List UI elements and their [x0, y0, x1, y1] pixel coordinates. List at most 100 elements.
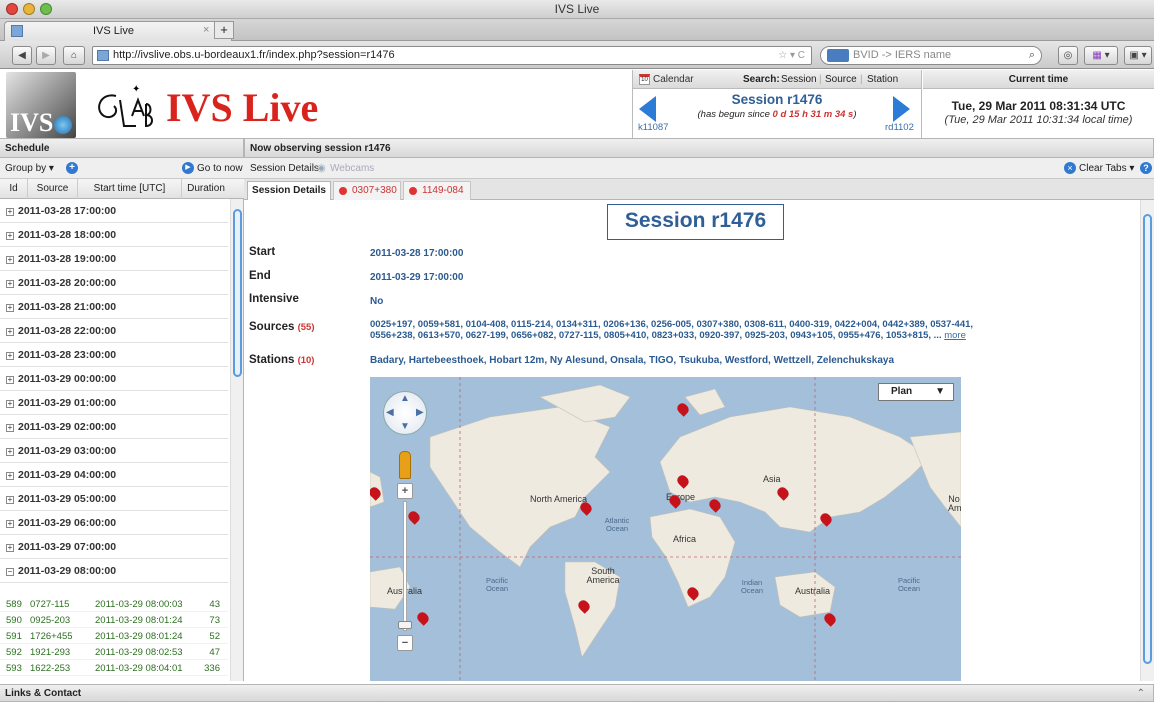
next-session-arrow-icon[interactable]	[893, 96, 910, 122]
search-source-link[interactable]: Source	[825, 70, 857, 89]
expand-icon[interactable]: +	[6, 376, 14, 384]
calendar-link[interactable]: Calendar	[653, 70, 694, 89]
search-engine-icon[interactable]	[827, 49, 849, 62]
schedule-group[interactable]: +2011-03-29 06:00:00	[0, 511, 228, 535]
start-label: Start	[249, 246, 276, 258]
addon-grid-button[interactable]: ▦ ▾	[1084, 46, 1118, 65]
expand-icon[interactable]: +	[6, 496, 14, 504]
expand-icon[interactable]: +	[6, 304, 14, 312]
schedule-group[interactable]: +2011-03-29 01:00:00	[0, 391, 228, 415]
next-session-link[interactable]: rd1102	[885, 122, 914, 133]
map-pan-control[interactable]: ▲ ◀ ▶ ▼	[383, 391, 427, 435]
zoom-window-button[interactable]	[40, 3, 52, 15]
expand-icon[interactable]: +	[6, 328, 14, 336]
schedule-group[interactable]: +2011-03-28 20:00:00	[0, 271, 228, 295]
schedule-group[interactable]: +2011-03-29 00:00:00	[0, 367, 228, 391]
favicon-icon	[11, 25, 23, 37]
pan-right-icon[interactable]: ▶	[416, 407, 424, 418]
schedule-group[interactable]: +2011-03-29 03:00:00	[0, 439, 228, 463]
zoom-slider-handle[interactable]	[398, 621, 412, 629]
schedule-group[interactable]: +2011-03-29 04:00:00	[0, 463, 228, 487]
menu-button[interactable]: ▣ ▾	[1124, 46, 1152, 65]
help-icon[interactable]: ?	[1140, 162, 1152, 174]
col-duration[interactable]: Duration	[182, 179, 230, 199]
schedule-group[interactable]: +2011-03-29 02:00:00	[0, 415, 228, 439]
tab-session-details[interactable]: Session Details	[247, 181, 331, 200]
col-start-time[interactable]: Start time [UTC]	[78, 179, 182, 199]
tab-source-0307[interactable]: 0307+380	[333, 181, 401, 200]
go-to-now-button[interactable]: Go to now	[197, 159, 243, 178]
schedule-group[interactable]: +2011-03-29 05:00:00	[0, 487, 228, 511]
schedule-scrollbar[interactable]	[230, 199, 243, 681]
expand-icon[interactable]: +	[6, 256, 14, 264]
zoom-in-button[interactable]: +	[397, 483, 413, 499]
main-scroll-thumb[interactable]	[1143, 214, 1152, 664]
webcams-link[interactable]: Webcams	[330, 159, 374, 178]
addon-button[interactable]: ◎	[1058, 46, 1078, 65]
back-button[interactable]: ◀	[12, 46, 32, 65]
pan-down-icon[interactable]: ▼	[400, 421, 410, 432]
close-window-button[interactable]	[6, 3, 18, 15]
expand-up-icon[interactable]: ⌃	[1137, 685, 1145, 702]
col-source[interactable]: Source	[28, 179, 78, 199]
pan-up-icon[interactable]: ▲	[400, 393, 410, 404]
schedule-group[interactable]: +2011-03-28 23:00:00	[0, 343, 228, 367]
session-details-link[interactable]: Session Details	[250, 159, 319, 178]
zoom-out-button[interactable]: −	[397, 635, 413, 651]
home-button[interactable]: ⌂	[63, 46, 85, 65]
schedule-group[interactable]: +2011-03-28 21:00:00	[0, 295, 228, 319]
tab-source-1149[interactable]: 1149-084	[403, 181, 471, 200]
schedule-group[interactable]: +2011-03-28 17:00:00	[0, 199, 228, 223]
current-session-title[interactable]: Session r1476	[633, 92, 921, 107]
main-scrollbar[interactable]	[1140, 200, 1154, 681]
expand-icon[interactable]: +	[6, 520, 14, 528]
expand-icon[interactable]: +	[6, 280, 14, 288]
pan-left-icon[interactable]: ◀	[386, 407, 394, 418]
schedule-scroll-thumb[interactable]	[233, 209, 242, 377]
schedule-group-open[interactable]: −2011-03-29 08:00:00	[0, 559, 228, 583]
forward-button[interactable]: ▶	[36, 46, 56, 65]
expand-icon[interactable]: +	[6, 472, 14, 480]
clear-tabs-menu[interactable]: Clear Tabs ▾	[1079, 159, 1134, 178]
footer-bar[interactable]: Links & Contact ⌃	[0, 684, 1154, 702]
expand-icon[interactable]: +	[6, 352, 14, 360]
observation-row[interactable]: 590 0925-203 2011-03-29 08:01:24 73	[0, 613, 228, 628]
schedule-group[interactable]: +2011-03-28 18:00:00	[0, 223, 228, 247]
street-view-pegman-icon[interactable]	[399, 451, 411, 479]
new-tab-button[interactable]: +	[214, 21, 234, 39]
schedule-group[interactable]: +2011-03-28 22:00:00	[0, 319, 228, 343]
add-group-icon[interactable]: +	[66, 162, 78, 174]
expand-icon[interactable]: +	[6, 232, 14, 240]
search-station-link[interactable]: Station	[867, 70, 898, 89]
expand-icon[interactable]: +	[6, 400, 14, 408]
search-session-link[interactable]: Session	[781, 70, 817, 89]
elapsed-suffix: )	[853, 109, 857, 120]
group-by-menu[interactable]: Group by ▾	[5, 159, 54, 178]
map-label-africa: Africa	[673, 534, 697, 544]
observation-row[interactable]: 589 0727-115 2011-03-29 08:00:03 43	[0, 597, 228, 612]
expand-icon[interactable]: +	[6, 208, 14, 216]
bookmark-star-icon[interactable]: ☆ ▾ C	[778, 47, 805, 64]
minimize-window-button[interactable]	[23, 3, 35, 15]
world-map[interactable]: North America Europe Asia Africa South A…	[370, 377, 961, 681]
observation-row[interactable]: 592 1921-293 2011-03-29 08:02:53 47	[0, 645, 228, 660]
observation-row[interactable]: 593 1622-253 2011-03-29 08:04:01 336	[0, 661, 228, 676]
search-icon[interactable]: ⌕	[1029, 47, 1035, 64]
map-type-select[interactable]: Plan ▼	[878, 383, 954, 401]
obs-start: 2011-03-29 08:00:03	[95, 599, 183, 610]
zoom-slider-track[interactable]	[403, 501, 407, 631]
url-bar[interactable]: http://ivslive.obs.u-bordeaux1.fr/index.…	[92, 46, 812, 65]
search-engine-box[interactable]: BVID -> IERS name ⌕	[820, 46, 1042, 65]
expand-icon[interactable]: +	[6, 448, 14, 456]
expand-icon[interactable]: +	[6, 544, 14, 552]
schedule-group[interactable]: +2011-03-28 19:00:00	[0, 247, 228, 271]
more-sources-link[interactable]: more	[944, 330, 966, 341]
expand-icon[interactable]: +	[6, 424, 14, 432]
close-tab-icon[interactable]: ×	[203, 24, 209, 36]
schedule-group[interactable]: +2011-03-29 07:00:00	[0, 535, 228, 559]
col-id[interactable]: Id	[0, 179, 28, 199]
collapse-icon[interactable]: −	[6, 568, 14, 576]
browser-tab[interactable]: IVS Live ×	[4, 21, 232, 41]
previous-session-link[interactable]: k11087	[638, 122, 668, 133]
observation-row[interactable]: 591 1726+455 2011-03-29 08:01:24 52	[0, 629, 228, 644]
